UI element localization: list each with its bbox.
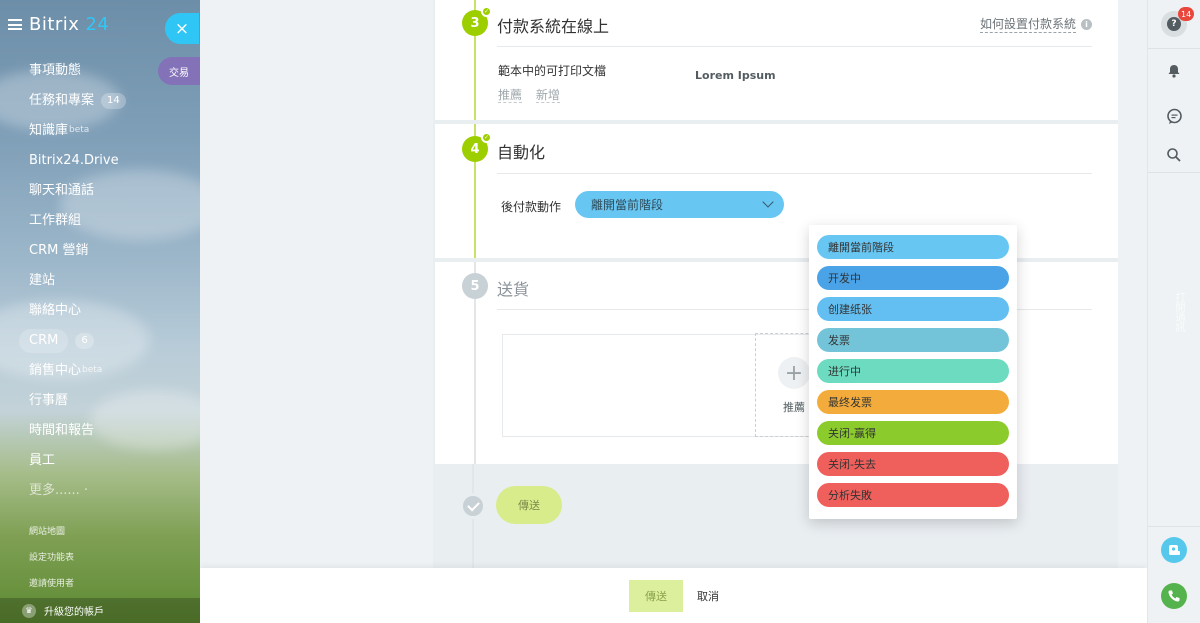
step-title: 自動化 <box>497 143 546 162</box>
open-messenger-label[interactable]: 打開通訊 <box>1162 292 1186 362</box>
cancel-button[interactable]: 取消 <box>697 580 719 612</box>
stage-option[interactable]: 关闭-赢得 <box>817 421 1009 445</box>
close-slider-button[interactable]: × <box>165 13 199 44</box>
slider-panel: 3 ✓ 付款系統在線上 如何設置付款系統 i 範本中的可打印文檔 推薦 新增 Lor… <box>200 0 1147 623</box>
send-button[interactable]: 傳送 <box>629 580 683 612</box>
step-card-payment-system: 3 ✓ 付款系統在線上 如何設置付款系統 i 範本中的可打印文檔 推薦 新增 Lor… <box>435 0 1118 120</box>
menu-icon[interactable] <box>8 19 22 30</box>
stage-option[interactable]: 创建纸张 <box>817 297 1009 321</box>
send-step-button[interactable]: 傳送 <box>496 486 562 524</box>
menu-item-sales-center[interactable]: 銷售中心 beta <box>19 356 199 386</box>
upgrade-account-button[interactable]: ♛ 升級您的帳戶 <box>0 598 200 623</box>
menu-item-more[interactable]: 更多...... · <box>19 476 199 506</box>
counter-badge: 14 <box>101 93 126 109</box>
stage-option[interactable]: 離開當前階段 <box>817 235 1009 259</box>
stage-option[interactable]: 发票 <box>817 328 1009 352</box>
stage-option[interactable]: 关闭-失去 <box>817 452 1009 476</box>
logo[interactable]: Bitrix 24 <box>29 14 109 35</box>
after-payment-action-label: 後付款動作 <box>501 200 562 214</box>
configure-menu-link[interactable]: 設定功能表 <box>29 549 74 575</box>
help-link[interactable]: 如何設置付款系統 i <box>979 15 1092 33</box>
step-number-badge: 3 ✓ <box>462 6 492 36</box>
chat-button[interactable] <box>1161 103 1187 129</box>
left-sidebar: Bitrix 24 事項動態 任務和專案 14 知識庫 beta Bitrix24.D… <box>0 0 200 623</box>
open-lines-button[interactable] <box>1161 537 1187 563</box>
menu-item-knowledge-base[interactable]: 知識庫 beta <box>19 116 199 146</box>
recommend-link[interactable]: 推薦 <box>498 88 523 103</box>
help-button[interactable]: ? 14 <box>1161 7 1195 37</box>
step-title: 付款系統在線上 <box>497 17 610 36</box>
menu-item-time-reports[interactable]: 時間和報告 <box>19 416 199 446</box>
menu-item-crm[interactable]: CRM 6 <box>19 326 199 356</box>
main-menu: 事項動態 任務和專案 14 知識庫 beta Bitrix24.Drive 聊天和通… <box>19 56 199 506</box>
telephony-button[interactable] <box>1161 583 1187 609</box>
menu-item-employees[interactable]: 員工 <box>19 446 199 476</box>
step-title: 送貨 <box>497 280 530 299</box>
menu-item-tasks[interactable]: 任務和專案 14 <box>19 86 199 116</box>
stage-dropdown: 離開當前階段 开发中 创建纸张 发票 进行中 最终发票 关闭-赢得 关闭-失去 … <box>809 225 1147 520</box>
question-icon: ? <box>1167 17 1181 31</box>
notifications-button[interactable] <box>1161 58 1187 84</box>
step-number-badge: 4 ✓ <box>462 132 492 162</box>
menu-item-chat[interactable]: 聊天和通話 <box>19 176 199 206</box>
menu-item-drive[interactable]: Bitrix24.Drive <box>19 146 199 176</box>
bottom-action-bar: 傳送 取消 <box>200 568 1147 623</box>
stage-option[interactable]: 最终发票 <box>817 390 1009 414</box>
template-name: Lorem Ipsum <box>695 69 776 82</box>
right-toolbar: ? 14 打開通訊 <box>1147 0 1200 623</box>
sidebar-header: Bitrix 24 <box>8 14 109 35</box>
divider <box>497 46 1092 47</box>
sidebar-footer-links: 網站地圖 設定功能表 邀請使用者 <box>29 523 74 601</box>
menu-item-crm-marketing[interactable]: CRM 營銷 <box>19 236 199 266</box>
stage-option[interactable]: 分析失敗 <box>817 483 1009 507</box>
divider <box>1148 526 1200 527</box>
phone-icon <box>1168 590 1180 602</box>
divider <box>1148 48 1200 49</box>
upgrade-label: 升級您的帳戶 <box>44 607 104 618</box>
after-payment-action-select[interactable]: 離開當前階段 <box>575 191 784 218</box>
add-link[interactable]: 新增 <box>535 88 560 103</box>
step-number-badge: 5 <box>462 273 488 299</box>
printable-docs-links: 推薦 新增 <box>498 86 570 103</box>
stage-option[interactable]: 进行中 <box>817 359 1009 383</box>
stage-dropdown-list: 離開當前階段 开发中 创建纸张 发票 进行中 最终发票 关闭-赢得 关闭-失去 … <box>809 225 1017 519</box>
stage-option[interactable]: 开发中 <box>817 266 1009 290</box>
deal-tab[interactable]: 交易 <box>158 57 200 85</box>
plus-icon[interactable]: + <box>778 357 810 389</box>
bell-icon <box>1168 65 1180 78</box>
info-icon: i <box>1081 18 1092 30</box>
contact-center-icon <box>1169 545 1180 555</box>
payment-settings-content: 3 ✓ 付款系統在線上 如何設置付款系統 i 範本中的可打印文檔 推薦 新增 Lor… <box>433 0 1118 623</box>
crown-icon: ♛ <box>22 603 36 618</box>
menu-item-workgroups[interactable]: 工作群組 <box>19 206 199 236</box>
divider <box>497 173 1092 174</box>
menu-item-sites[interactable]: 建站 <box>19 266 199 296</box>
check-icon: ✓ <box>481 6 492 17</box>
notification-count-badge: 14 <box>1178 7 1195 21</box>
counter-badge: 6 <box>75 333 94 349</box>
sitemap-link[interactable]: 網站地圖 <box>29 523 74 549</box>
printable-docs-label: 範本中的可打印文檔 <box>498 64 607 78</box>
check-icon <box>460 493 486 519</box>
chat-bubble-icon <box>1166 108 1182 124</box>
check-icon: ✓ <box>481 132 492 143</box>
chevron-down-icon <box>762 196 774 208</box>
search-button[interactable] <box>1161 142 1187 168</box>
menu-item-contact-center[interactable]: 聯絡中心 <box>19 296 199 326</box>
divider <box>1148 172 1200 173</box>
menu-item-calendar[interactable]: 行事曆 <box>19 386 199 416</box>
recommend-label: 推薦 <box>783 401 805 414</box>
close-icon: × <box>174 18 190 39</box>
search-icon <box>1167 148 1181 162</box>
